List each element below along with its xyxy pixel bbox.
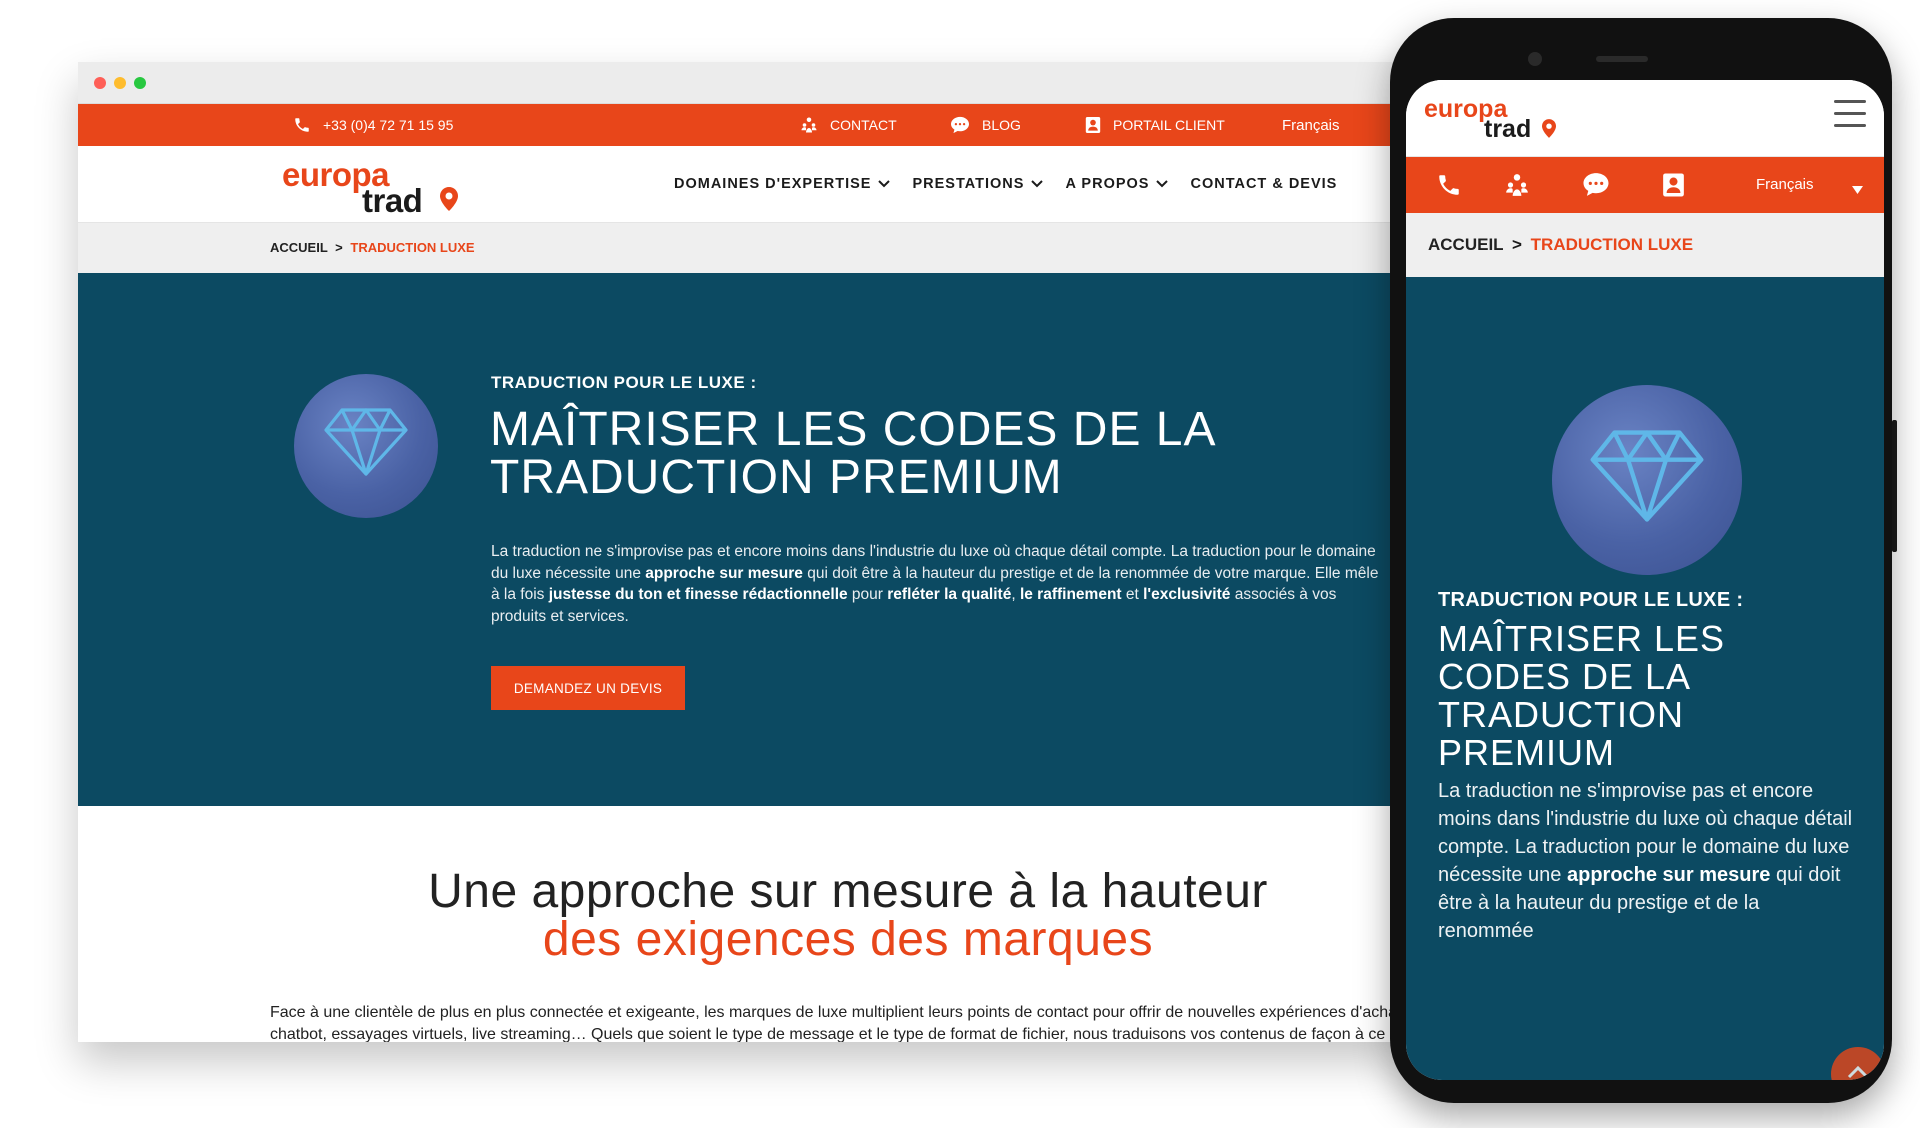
mobile-utility-bar: Français [1406,157,1884,213]
mobile-breadcrumb-home-link[interactable]: ACCUEIL [1428,235,1503,254]
logo-text-trad: trad [362,182,423,219]
mobile-hero-text-bold: approche sur mesure [1566,864,1771,886]
mobile-screen: europa trad Français ACCUEIL > TRADUCTIO… [1406,80,1884,1080]
mobile-europatrad-logo[interactable]: europa trad [1424,95,1556,143]
nav-contact-devis[interactable]: CONTACT & DEVIS [1190,176,1337,192]
hamburger-menu-icon[interactable] [1834,100,1866,130]
topbar-portal-label: PORTAIL CLIENT [1113,117,1225,133]
chat-bubble-icon [950,116,970,134]
hero-section: TRADUCTION POUR LE LUXE : MAÎTRISER LES … [78,273,1408,806]
hero-text-part: et [1121,586,1144,603]
mobile-hero-description: La traduction ne s'improvise pas et enco… [1438,777,1858,945]
nav-prestations-label: PRESTATIONS [912,176,1025,192]
nav-contact-devis-label: CONTACT & DEVIS [1190,176,1338,192]
approach-body-text: Face à une clientèle de plus en plus con… [270,1004,1408,1042]
mobile-breadcrumb-trail: ACCUEIL > TRADUCTION LUXE [1428,235,1693,255]
approach-section: Une approche sur mesure à la hauteur des… [78,806,1408,1042]
nav-domaines-expertise[interactable]: DOMAINES D'EXPERTISE [674,176,891,192]
browser-titlebar [78,62,1408,104]
mobile-hero-kicker: TRADUCTION POUR LE LUXE : [1438,589,1744,611]
hero-text-part: , [1011,586,1020,603]
breadcrumb-home-link[interactable]: ACCUEIL [270,240,328,255]
contact-people-icon[interactable] [1504,172,1530,203]
hero-text-bold: approche sur mesure [645,564,803,582]
phone-speaker [1596,56,1648,62]
mobile-title-line: TRADUCTION [1438,694,1684,735]
topbar-blog-link[interactable]: BLOG [950,104,1021,146]
diamond-badge [294,374,438,518]
topbar-contact-link[interactable]: CONTACT [800,104,897,146]
mobile-title-line: CODES DE LA [1438,656,1692,697]
location-pin-icon [1542,119,1556,143]
approach-heading-line1: Une approche sur mesure à la hauteur [428,865,1268,918]
language-label: Français [1282,116,1340,134]
hero-description: La traduction ne s'improvise pas et enco… [491,541,1391,627]
window-maximize-button[interactable] [134,77,146,89]
language-selector[interactable]: Français [1282,104,1340,146]
hero-title: MAÎTRISER LES CODES DE LA TRADUCTION PRE… [490,406,1390,502]
mobile-header: europa trad [1406,80,1884,157]
topbar-portal-link[interactable]: PORTAIL CLIENT [1085,104,1225,146]
phone-icon[interactable] [1436,172,1462,203]
breadcrumb: ACCUEIL > TRADUCTION LUXE [78,223,1408,273]
mobile-hero-title: MAÎTRISER LES CODES DE LA TRADUCTION PRE… [1438,620,1858,772]
mobile-title-line: MAÎTRISER LES [1438,618,1726,659]
hero-text-bold: justesse du ton et finesse rédactionnell… [548,586,848,603]
primary-nav-links: DOMAINES D'EXPERTISE PRESTATIONS A PROPO… [674,146,1337,222]
portal-user-icon[interactable] [1662,172,1685,203]
mobile-breadcrumb-separator: > [1511,235,1522,254]
hero-text-bold: le raffinement [1019,586,1122,603]
phone-icon [293,116,311,134]
chevron-down-icon [1031,176,1044,192]
chevron-down-icon [1156,176,1169,192]
mobile-breadcrumb: ACCUEIL > TRADUCTION LUXE [1406,213,1884,277]
mobile-language-selector[interactable]: Français [1756,176,1814,193]
breadcrumb-trail: ACCUEIL > TRADUCTION LUXE [270,240,475,255]
request-quote-button[interactable]: DEMANDEZ UN DEVIS [491,666,685,710]
topbar-blog-label: BLOG [982,117,1021,133]
topbar-phone-link[interactable]: +33 (0)4 72 71 15 95 [293,104,453,146]
mobile-breadcrumb-current: TRADUCTION LUXE [1530,235,1694,254]
hero-text-part: pour [847,586,888,603]
topbar-contact-label: CONTACT [830,117,897,133]
mobile-title-line: PREMIUM [1438,732,1615,773]
nav-a-propos-label: A PROPOS [1065,176,1150,192]
topbar-phone-number: +33 (0)4 72 71 15 95 [323,117,454,133]
hero-title-line2: TRADUCTION PREMIUM [490,451,1063,504]
location-pin-icon [440,187,458,216]
europatrad-logo[interactable]: europa trad [282,156,458,219]
nav-a-propos[interactable]: A PROPOS [1065,176,1169,192]
breadcrumb-separator: > [335,240,343,255]
breadcrumb-current: TRADUCTION LUXE [350,240,475,255]
window-close-button[interactable] [94,77,106,89]
scroll-top-button[interactable] [1831,1047,1884,1080]
hero-text-bold: refléter la qualité [887,586,1012,603]
portal-user-icon [1085,116,1101,134]
phone-camera [1528,52,1542,66]
mobile-logo-text-trad: trad [1484,115,1532,143]
mobile-hero-section: TRADUCTION POUR LE LUXE : MAÎTRISER LES … [1406,277,1884,1080]
caret-down-icon[interactable] [1852,181,1863,199]
hero-title-line1: MAÎTRISER LES CODES DE LA [490,403,1217,456]
main-navigation: europa trad DOMAINES D'EXPERTISE PRESTAT… [78,146,1408,223]
mobile-diamond-badge [1552,385,1742,575]
mobile-phone-frame: europa trad Français ACCUEIL > TRADUCTIO… [1390,18,1892,1103]
hero-kicker: TRADUCTION POUR LE LUXE : [491,373,757,392]
chat-bubble-icon[interactable] [1582,172,1610,202]
chevron-down-icon [878,176,891,192]
nav-prestations[interactable]: PRESTATIONS [912,176,1044,192]
top-utility-bar: +33 (0)4 72 71 15 95 CONTACT BLOG PORTAI… [78,104,1408,146]
nav-domaines-label: DOMAINES D'EXPERTISE [674,176,872,192]
approach-heading-line2: des exigences des marques [542,913,1154,966]
desktop-browser-window: +33 (0)4 72 71 15 95 CONTACT BLOG PORTAI… [78,62,1408,1042]
hero-text-bold: l'exclusivité [1143,586,1231,603]
contact-people-icon [800,116,818,134]
phone-side-button [1892,420,1897,552]
window-minimize-button[interactable] [114,77,126,89]
